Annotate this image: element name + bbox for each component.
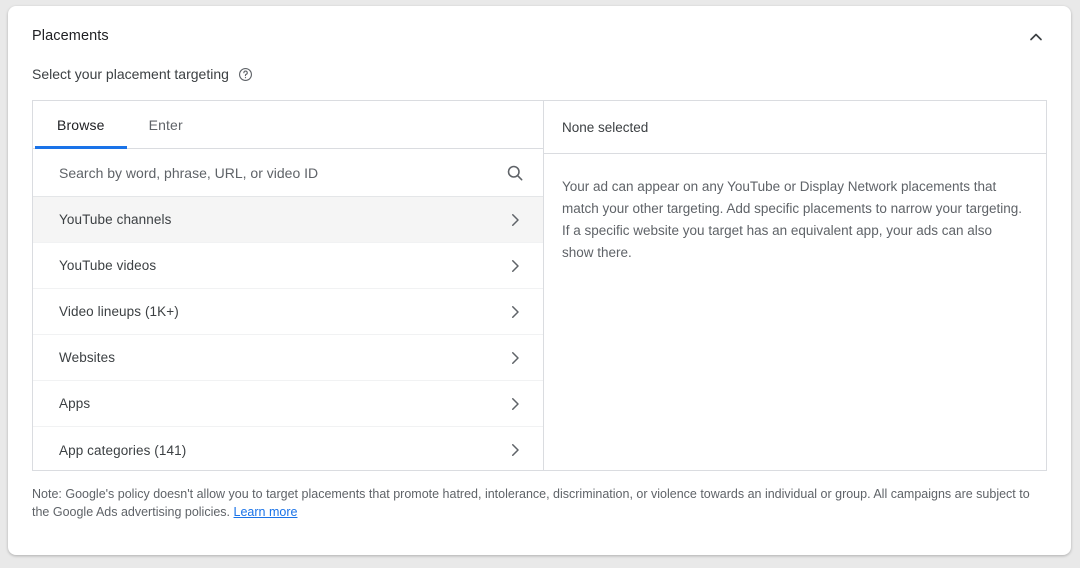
- subtitle-row: Select your placement targeting: [32, 66, 1047, 82]
- chevron-right-icon[interactable]: [505, 256, 525, 276]
- category-label: Video lineups (1K+): [59, 304, 505, 319]
- subtitle-label: Select your placement targeting: [32, 66, 229, 82]
- chevron-right-icon[interactable]: [505, 348, 525, 368]
- page-title: Placements: [32, 28, 1047, 44]
- help-circle-icon[interactable]: [238, 66, 254, 82]
- chevron-right-icon[interactable]: [505, 302, 525, 322]
- category-label: App categories (141): [59, 443, 505, 458]
- chevron-right-icon[interactable]: [505, 394, 525, 414]
- search-icon[interactable]: [503, 161, 527, 185]
- list-item[interactable]: Apps: [33, 381, 543, 427]
- browse-panel: Browse Enter YouTube channels: [33, 101, 544, 470]
- chevron-right-icon[interactable]: [505, 440, 525, 460]
- policy-note-text: Note: Google's policy doesn't allow you …: [32, 487, 1030, 519]
- chevron-right-icon[interactable]: [505, 210, 525, 230]
- list-item[interactable]: Video lineups (1K+): [33, 289, 543, 335]
- selected-count-label: None selected: [544, 101, 1046, 154]
- panel-tabs: Browse Enter: [33, 101, 543, 149]
- card-header: Placements Select your placement targeti…: [8, 6, 1071, 82]
- list-item[interactable]: YouTube videos: [33, 243, 543, 289]
- selection-description: Your ad can appear on any YouTube or Dis…: [544, 154, 1046, 263]
- collapse-section-button[interactable]: [1019, 22, 1053, 56]
- selection-panel: None selected Your ad can appear on any …: [544, 101, 1046, 470]
- category-label: YouTube videos: [59, 258, 505, 273]
- tab-browse[interactable]: Browse: [35, 101, 127, 148]
- chevron-up-icon: [1026, 27, 1046, 52]
- placements-card: Placements Select your placement targeti…: [8, 6, 1071, 555]
- tab-enter[interactable]: Enter: [127, 101, 205, 148]
- search-row: [33, 149, 543, 197]
- list-item[interactable]: App categories (141): [33, 427, 543, 470]
- placements-panels: Browse Enter YouTube channels: [32, 100, 1047, 471]
- category-label: YouTube channels: [59, 212, 505, 227]
- learn-more-link[interactable]: Learn more: [234, 505, 298, 519]
- policy-note: Note: Google's policy doesn't allow you …: [32, 485, 1047, 521]
- search-input[interactable]: [59, 165, 495, 181]
- category-list[interactable]: YouTube channels YouTube videos Video li…: [33, 197, 543, 470]
- category-label: Apps: [59, 396, 505, 411]
- category-label: Websites: [59, 350, 505, 365]
- list-item[interactable]: Websites: [33, 335, 543, 381]
- list-item[interactable]: YouTube channels: [33, 197, 543, 243]
